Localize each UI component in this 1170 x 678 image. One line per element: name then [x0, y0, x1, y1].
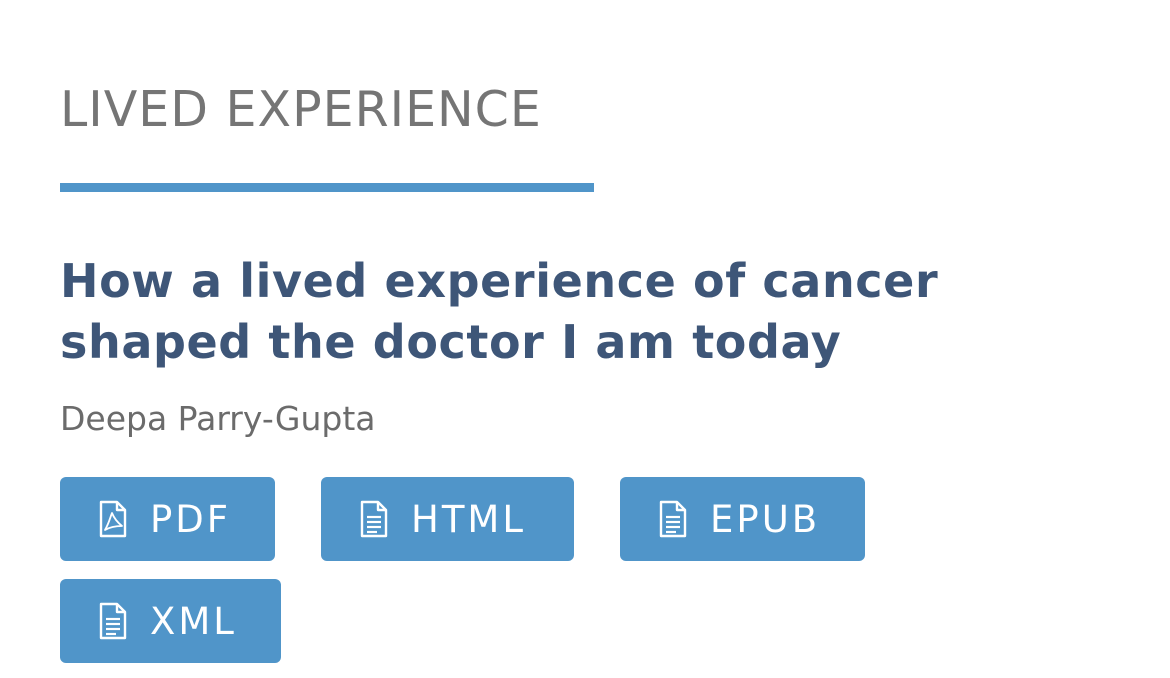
document-icon — [99, 602, 127, 640]
xml-download-button[interactable]: XML — [60, 579, 281, 663]
html-button-label: HTML — [411, 497, 526, 541]
article-author[interactable]: Deepa Parry-Gupta — [60, 393, 376, 445]
pdf-button-label: PDF — [150, 497, 232, 541]
section-label: LIVED EXPERIENCE — [60, 81, 542, 138]
document-icon — [360, 500, 388, 538]
pdf-file-icon — [99, 500, 127, 538]
xml-button-label: XML — [150, 599, 237, 643]
epub-button-label: EPUB — [710, 497, 821, 541]
document-icon — [659, 500, 687, 538]
article-title[interactable]: How a lived experience of cancer shaped … — [60, 251, 1120, 373]
html-download-button[interactable]: HTML — [321, 477, 574, 561]
epub-download-button[interactable]: EPUB — [620, 477, 865, 561]
pdf-download-button[interactable]: PDF — [60, 477, 275, 561]
section-divider — [60, 183, 594, 192]
